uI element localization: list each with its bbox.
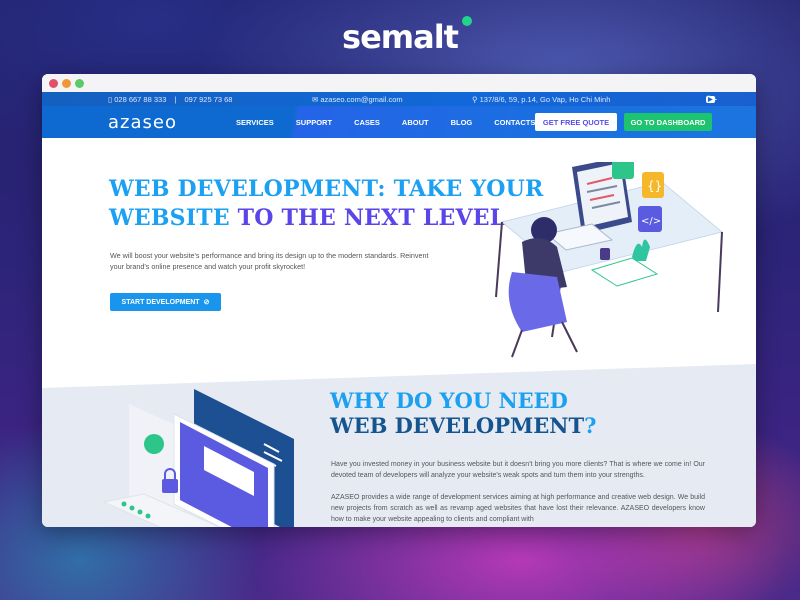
- why-paragraph-1: Have you invested money in your business…: [331, 461, 705, 479]
- hero-description: We will boost your website's performance…: [110, 251, 429, 271]
- phone-icon: ▯: [108, 94, 113, 104]
- why-title-line2: WEB DEVELOPMENT: [330, 413, 585, 438]
- logo-dot-icon: [461, 16, 472, 26]
- contact-topbar: ▯ 028 667 88 333 | 097 925 73 68 ✉ azase…: [42, 92, 756, 106]
- nav-item-blog[interactable]: BLOG: [451, 118, 473, 127]
- nav-item-cases[interactable]: CASES: [354, 118, 380, 127]
- separator: |: [174, 94, 177, 104]
- phone-2[interactable]: 097 925 73 68: [185, 95, 233, 104]
- why-title: WHY DO YOU NEED WEB DEVELOPMENT?: [330, 388, 596, 438]
- window-titlebar: [42, 74, 756, 92]
- semalt-logo: semalt: [342, 16, 472, 56]
- browser-window: ▯ 028 667 88 333 | 097 925 73 68 ✉ azase…: [42, 74, 756, 527]
- hero-title-line2a: WEBSITE: [109, 205, 230, 231]
- phone-info: ▯ 028 667 88 333 | 097 925 73 68: [108, 95, 232, 104]
- nav-item-support[interactable]: SUPPORT: [296, 118, 332, 127]
- developer-illustration: {} </>: [495, 162, 724, 358]
- web-dev-illustration: [104, 389, 294, 527]
- youtube-icon[interactable]: ▶: [706, 95, 715, 103]
- svg-text:</>: </>: [641, 216, 661, 227]
- why-paragraph-2: AZASEO provides a wide range of developm…: [331, 494, 705, 523]
- start-development-label: START DEVELOPMENT: [121, 298, 200, 306]
- main-nav: azaseo SERVICES SUPPORT CASES ABOUT BLOG…: [42, 106, 756, 138]
- hero-title-accent: TO THE NEXT LEVEL: [237, 205, 506, 231]
- get-free-quote-button[interactable]: GET FREE QUOTE: [535, 113, 617, 131]
- azaseo-logo[interactable]: azaseo: [108, 112, 177, 133]
- svg-text:{}: {}: [647, 179, 662, 193]
- address-text: 137/8/6, 59, p.14, Go Vap, Ho Chi Minh: [479, 94, 611, 104]
- why-title-line1: WHY DO YOU NEED: [330, 388, 568, 413]
- minimize-window-button[interactable]: [62, 78, 71, 88]
- address-info: ⚲ 137/8/6, 59, p.14, Go Vap, Ho Chi Minh: [472, 95, 610, 104]
- nav-item-about[interactable]: ABOUT: [402, 118, 429, 127]
- start-development-button[interactable]: START DEVELOPMENT ⊘: [110, 293, 221, 311]
- nav-item-contacts[interactable]: CONTACTS: [494, 118, 535, 127]
- go-to-dashboard-button[interactable]: GO TO DASHBOARD: [624, 113, 712, 131]
- email-link[interactable]: azaseo.com@gmail.com: [320, 95, 402, 104]
- hero-title: WEB DEVELOPMENT: TAKE YOUR WEBSITE TO TH…: [109, 175, 544, 233]
- nav-menu: SERVICES SUPPORT CASES ABOUT BLOG CONTAC…: [236, 118, 535, 127]
- check-circle-icon: ⊘: [203, 299, 210, 306]
- semalt-brand: semalt: [0, 16, 800, 56]
- hero-title-line1: WEB DEVELOPMENT: TAKE YOUR: [109, 176, 544, 202]
- mug-icon: [600, 248, 610, 260]
- lock-icon: [162, 479, 178, 493]
- mail-icon: ✉: [312, 94, 319, 104]
- phone-1[interactable]: 028 667 88 333: [114, 95, 166, 104]
- gear-tile-icon: [612, 162, 634, 179]
- why-text: Have you invested money in your business…: [331, 459, 705, 527]
- maximize-window-button[interactable]: [75, 78, 84, 88]
- pie-chart-icon: [144, 434, 164, 454]
- why-title-question: ?: [584, 413, 597, 438]
- map-pin-icon: ⚲: [472, 94, 478, 104]
- nav-item-services[interactable]: SERVICES: [236, 118, 274, 127]
- email-info[interactable]: ✉ azaseo.com@gmail.com: [312, 95, 403, 104]
- close-window-button[interactable]: [49, 78, 58, 88]
